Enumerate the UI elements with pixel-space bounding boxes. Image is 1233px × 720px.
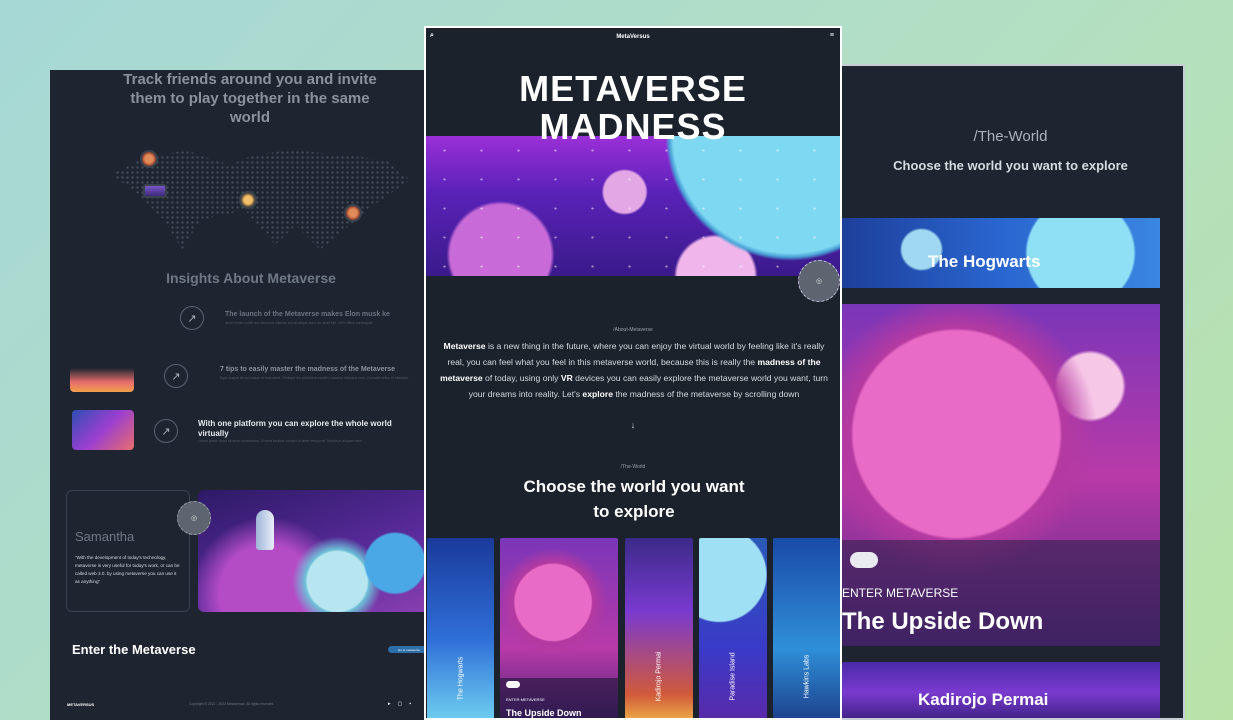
footer-logo[interactable]: METAVERSUS — [67, 702, 94, 707]
insight-arrow-button[interactable]: ↗ — [154, 419, 178, 443]
instagram-icon[interactable]: ▢ — [398, 701, 403, 707]
footer-social: ▸ ▢ ▪ — [388, 701, 411, 707]
twitter-icon[interactable]: ▸ — [388, 701, 391, 707]
world-card-caption: ENTER METAVERSE — [842, 586, 959, 600]
world-label: /The-World — [973, 128, 1048, 145]
insight-title[interactable]: With one platform you can explore the wh… — [198, 419, 408, 439]
explore-stamp-icon[interactable]: ◎ — [798, 260, 840, 302]
world-strip-hawkins[interactable]: Hawkins Labs — [773, 538, 840, 718]
testimonial-name: Samantha — [75, 529, 135, 544]
search-icon[interactable]: ⌕ — [430, 32, 434, 40]
insight-subtitle: Eget magna sit accumsan et felis amet. T… — [220, 376, 410, 380]
top-navbar: ⌕ MetaVersus ≡ — [426, 28, 840, 46]
friend-avatar-pin[interactable] — [143, 184, 167, 198]
footer-copyright: Copyright © 2021 - 2022 Metaversus. All … — [189, 702, 275, 706]
world-strip-hogwarts[interactable]: The Hogwarts — [427, 538, 494, 718]
hero-title-line2: MADNESS — [539, 106, 727, 147]
vr-headset-icon — [850, 552, 878, 568]
world-label: /The-World — [620, 464, 646, 470]
world-card-kadirojo[interactable]: Kadirojo Permai — [842, 662, 1160, 718]
center-preview-panel: ⌕ MetaVersus ≡ METAVERSE MADNESS ◎ /Abou… — [424, 26, 842, 720]
hero-image — [426, 136, 840, 276]
about-body: Metaverse is a new thing in the future, … — [440, 341, 828, 399]
world-card-title: The Upside Down — [842, 608, 1044, 635]
brand-logo[interactable]: MetaVersus — [616, 34, 649, 40]
insight-thumbnail[interactable] — [72, 410, 134, 450]
world-caption: ENTER METAVERSE — [506, 697, 545, 702]
world-card-hogwarts[interactable]: The Hogwarts — [842, 218, 1160, 288]
scroll-down-arrow[interactable]: ↓ — [426, 420, 840, 430]
world-strip-kadirojo[interactable]: Kadirojo Permai — [625, 538, 693, 718]
insight-arrow-button[interactable]: ↗ — [164, 364, 188, 388]
world-strip-upside-down[interactable]: ENTER METAVERSE The Upside Down — [500, 538, 618, 718]
insight-subtitle: Amet minim mollit non deserunt ullamco e… — [225, 321, 373, 325]
friend-avatar-pin[interactable] — [239, 191, 257, 209]
insight-arrow-button[interactable]: ↗ — [180, 306, 204, 330]
world-card-title: Kadirojo Permai — [918, 690, 1049, 709]
rocket-icon — [256, 510, 274, 550]
world-title: The Upside Down — [506, 708, 582, 718]
testimonial-card: Samantha "With the development of today'… — [66, 490, 190, 612]
world-strip-label: Hawkins Labs — [803, 654, 810, 699]
world-strip-label: Kadirojo Permai — [655, 651, 663, 702]
menu-icon[interactable]: ≡ — [830, 32, 834, 39]
world-card-upside-down[interactable]: ENTER METAVERSE The Upside Down — [842, 304, 1160, 646]
hero-title-line1: METAVERSE — [519, 68, 747, 109]
testimonial-illustration — [198, 490, 430, 612]
friend-avatar-pin[interactable] — [344, 204, 362, 222]
world-strip-label: The Hogwarts — [457, 656, 464, 701]
testimonial-quote: "With the development of today's technol… — [75, 555, 180, 584]
about-label: /About-Metaverse — [613, 327, 653, 333]
linkedin-icon[interactable]: ▪ — [409, 701, 411, 707]
world-strip-label: Paradise Island — [729, 652, 737, 701]
cta-title: Enter the Metaverse — [72, 642, 196, 657]
explore-stamp-icon[interactable]: ◎ — [177, 501, 211, 535]
world-card-title: The Hogwarts — [928, 252, 1041, 271]
left-preview-panel: Track friends around you and invite them… — [50, 70, 430, 720]
vr-headset-icon — [506, 681, 520, 688]
insight-subtitle: Lorem ipsum dolor sit amet consectetur. … — [198, 439, 364, 443]
world-heading: Choose the world you want to explore — [523, 477, 745, 521]
insights-title: Insights About Metaverse — [166, 270, 336, 286]
friend-avatar-pin[interactable] — [140, 150, 158, 168]
insight-title[interactable]: The launch of the Metaverse makes Elon m… — [225, 311, 390, 318]
right-preview-panel: /The-World Choose the world you want to … — [838, 64, 1185, 720]
world-strip-paradise[interactable]: Paradise Island — [699, 538, 767, 718]
insight-title[interactable]: 7 tips to easily master the madness of t… — [220, 366, 395, 373]
track-friends-heading: Track friends around you and invite them… — [123, 71, 377, 126]
insight-thumbnail[interactable] — [70, 368, 134, 392]
world-heading: Choose the world you want to explore — [893, 158, 1128, 173]
